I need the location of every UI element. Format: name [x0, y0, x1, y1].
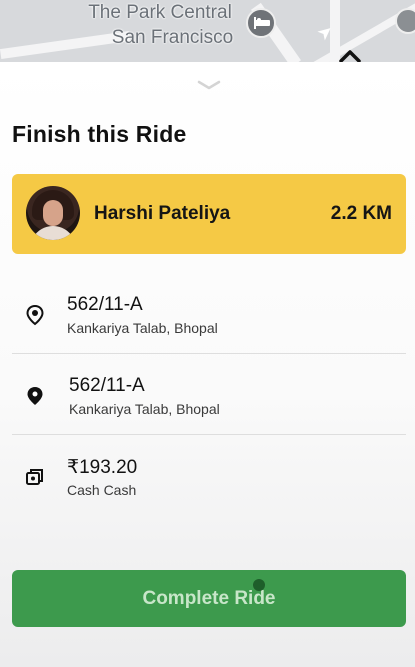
cash-icon [26, 469, 43, 485]
pickup-address-line2: Kankariya Talab, Bhopal [67, 320, 218, 336]
map-label-city: San Francisco [111, 27, 234, 48]
hotel-pin-icon[interactable] [246, 8, 276, 38]
pickup-row: 562/11-A Kankariya Talab, Bhopal [12, 274, 406, 354]
fare-amount: ₹193.20 [67, 457, 138, 478]
avatar-body [30, 226, 76, 240]
dropoff-location-icon [27, 387, 43, 405]
ride-sheet: Finish this Ride Harshi Pateliya 2.2 KM … [0, 62, 415, 667]
collapse-caret-icon[interactable] [338, 49, 362, 63]
rider-name: Harshi Pateliya [94, 203, 231, 224]
payment-row: ₹193.20 Cash Cash [12, 436, 406, 516]
ride-distance: 2.2 KM [330, 203, 392, 224]
dropoff-address-line2: Kankariya Talab, Bhopal [69, 401, 220, 417]
pickup-address-line1: 562/11-A [67, 294, 143, 315]
rider-card[interactable]: Harshi Pateliya 2.2 KM [12, 174, 406, 254]
page-title: Finish this Ride [12, 121, 187, 147]
map-label-place: The Park Central [88, 2, 232, 23]
dropoff-address-line1: 562/11-A [69, 375, 145, 396]
pickup-location-icon [26, 304, 44, 326]
dropoff-row: 562/11-A Kankariya Talab, Bhopal [12, 355, 406, 435]
museum-pin-icon[interactable] [395, 8, 415, 34]
payment-method: Cash Cash [67, 482, 137, 498]
avatar [26, 186, 80, 240]
complete-ride-button[interactable]: Complete Ride [12, 570, 406, 627]
avatar-face [43, 200, 63, 226]
chevron-down-icon[interactable] [197, 79, 221, 91]
map-view[interactable]: The Park Central San Francisco ➤ [0, 0, 415, 70]
